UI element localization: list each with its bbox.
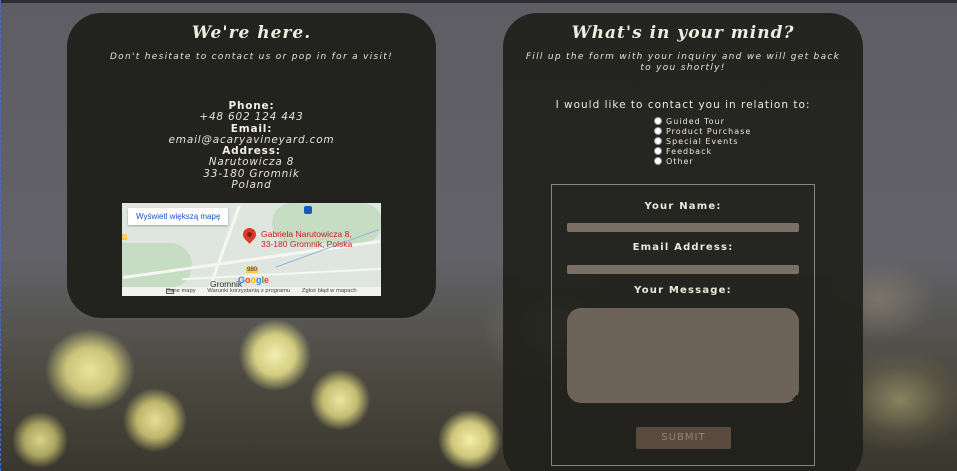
resize-handle-icon[interactable]: ◢ (792, 393, 797, 401)
contact-card-title: We're here. (191, 23, 312, 43)
map-forest-area (122, 243, 192, 288)
inquiry-form: Your Name: Email Address: Your Message: … (551, 184, 815, 466)
map-pin-icon[interactable] (240, 225, 259, 244)
google-logo: Google (238, 275, 270, 285)
option-feedback[interactable]: Feedback (654, 146, 751, 156)
keyboard-shortcuts-icon[interactable] (166, 289, 174, 294)
email-label: Email Address: (632, 242, 734, 253)
option-special-events[interactable]: Special Events (654, 136, 751, 146)
embedded-map[interactable]: Wyświetl większą mapę 0 Gabriela Narutow… (122, 203, 381, 296)
contact-card-subtitle: Don't hesitate to contact us or pop in f… (109, 52, 394, 62)
email-input[interactable] (567, 265, 799, 274)
map-place-line2: 33-180 Gromnik, Polska (261, 238, 353, 249)
map-road-badge: 0 (122, 234, 128, 240)
inquiry-form-card: What's in your mind? Fill up the form wi… (503, 13, 863, 471)
radio-button[interactable] (654, 137, 662, 145)
message-textarea[interactable]: ◢ (567, 308, 799, 403)
contact-info-card: We're here. Don't hesitate to contact us… (67, 13, 436, 318)
map-enlarge-button[interactable]: Wyświetl większą mapę (128, 208, 229, 225)
map-road-number: 980 (246, 267, 259, 273)
map-footer-report[interactable]: Zgłoś błąd w mapach (302, 288, 357, 294)
name-input[interactable] (567, 223, 799, 232)
contact-details: Phone: +48 602 124 443 Email: email@acar… (67, 100, 436, 192)
phone-value: +48 602 124 443 (199, 111, 304, 124)
edge-guide-line (0, 0, 1, 471)
map-footer: Dane mapy Warunki korzystania z programu… (122, 287, 381, 296)
submit-button[interactable]: SUBMIT (636, 427, 731, 449)
form-card-title: What's in your mind? (571, 23, 795, 43)
message-label: Your Message: (634, 285, 732, 296)
top-bar (0, 0, 957, 3)
option-label: Special Events (666, 136, 739, 146)
radio-button[interactable] (654, 147, 662, 155)
address-line-country: Poland (231, 179, 272, 192)
map-poi-icon (304, 206, 312, 214)
radio-button[interactable] (654, 157, 662, 165)
map-footer-terms[interactable]: Warunki korzystania z programu (207, 288, 290, 294)
name-label: Your Name: (644, 201, 722, 212)
option-other[interactable]: Other (654, 156, 751, 166)
option-guided-tour[interactable]: Guided Tour (654, 116, 751, 126)
option-product-purchase[interactable]: Product Purchase (654, 126, 751, 136)
option-label: Guided Tour (666, 116, 725, 126)
option-label: Product Purchase (666, 126, 752, 136)
relation-options: Guided Tour Product Purchase Special Eve… (654, 116, 751, 166)
relation-question: I would like to contact you in relation … (555, 99, 811, 111)
form-card-subtitle: Fill up the form with your inquiry and w… (525, 52, 841, 73)
radio-button[interactable] (654, 117, 662, 125)
map-place-label: Gabriela Narutowicza 8, 33-180 Gromnik, … (261, 229, 353, 249)
option-label: Feedback (666, 146, 713, 156)
radio-button[interactable] (654, 127, 662, 135)
option-label: Other (666, 156, 694, 166)
